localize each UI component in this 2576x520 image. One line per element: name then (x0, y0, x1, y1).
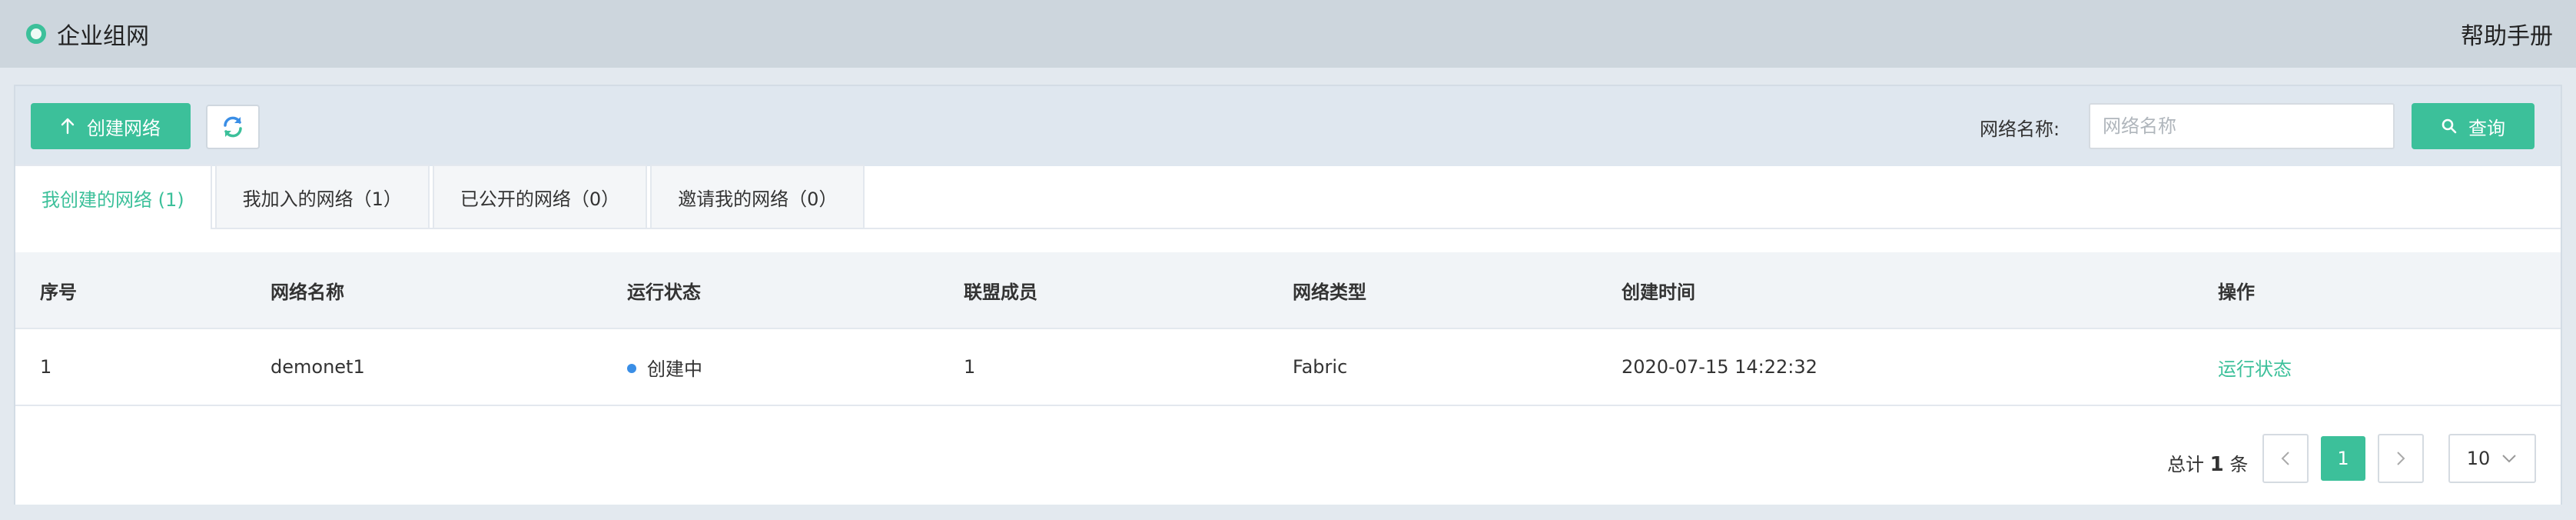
help-manual-link[interactable]: 帮助手册 (2461, 17, 2553, 51)
next-page-button[interactable] (2378, 434, 2424, 483)
cell-status: 创建中 (627, 354, 702, 381)
refresh-button[interactable] (206, 105, 260, 149)
page-size-select[interactable]: 10 (2448, 434, 2536, 483)
column-header-name: 网络名称 (271, 281, 344, 303)
arrow-up-icon (61, 118, 75, 135)
search-button-label: 查询 (2468, 117, 2505, 139)
chevron-down-icon (2502, 455, 2516, 463)
cell-network-name: demonet1 (271, 356, 365, 378)
total-suffix: 条 (2229, 454, 2249, 475)
table-header: 序号 网络名称 运行状态 联盟成员 网络类型 创建时间 操作 (15, 252, 2561, 329)
column-header-members: 联盟成员 (964, 281, 1037, 303)
table-row: 1 demonet1 创建中 1 Fabric 2020-07-15 14:22… (15, 329, 2561, 406)
status-dot-icon (627, 363, 636, 373)
column-header-action: 操作 (2218, 281, 2255, 303)
page-title: 企业组网 (57, 23, 149, 50)
create-network-label: 创建网络 (87, 117, 161, 139)
total-count: 总计 1 条 (2167, 449, 2248, 476)
page-1-button[interactable]: 1 (2321, 436, 2365, 481)
column-header-status: 运行状态 (627, 281, 701, 303)
network-table: 序号 网络名称 运行状态 联盟成员 网络类型 创建时间 操作 1 demonet… (15, 252, 2561, 406)
brand: 企业组网 (26, 17, 149, 51)
tab-public-networks[interactable]: 已公开的网络（0） (432, 165, 648, 228)
toolbar: 创建网络 网络名称: 查询 (15, 86, 2561, 166)
tab-invited-networks[interactable]: 邀请我的网络（0） (650, 165, 865, 228)
create-network-button[interactable]: 创建网络 (31, 103, 191, 149)
column-header-type: 网络类型 (1293, 281, 1366, 303)
search-label: 网络名称: (1980, 118, 2060, 140)
pagination: 总计 1 条 1 10 (15, 434, 2561, 486)
column-header-index: 序号 (40, 281, 77, 303)
total-number: 1 (2209, 453, 2224, 476)
tab-bar: 我创建的网络 (1) 我加入的网络（1） 已公开的网络（0） 邀请我的网络（0） (15, 165, 2561, 229)
page-size-value: 10 (2466, 448, 2491, 469)
search-icon (2442, 118, 2457, 134)
prev-page-button[interactable] (2262, 434, 2309, 483)
run-status-link[interactable]: 运行状态 (2218, 354, 2292, 381)
top-bar: 企业组网 帮助手册 (0, 0, 2576, 68)
circle-logo-icon (26, 24, 46, 44)
chevron-left-icon (2281, 452, 2289, 465)
column-header-created: 创建时间 (1622, 281, 1695, 303)
tab-my-created-networks[interactable]: 我创建的网络 (1) (15, 165, 212, 229)
cell-created-time: 2020-07-15 14:22:32 (1622, 356, 1817, 378)
refresh-icon (224, 116, 242, 138)
tab-joined-networks[interactable]: 我加入的网络（1） (214, 165, 430, 228)
total-prefix: 总计 (2167, 454, 2204, 475)
network-name-search-input[interactable] (2089, 103, 2395, 149)
content-area: 我创建的网络 (1) 我加入的网络（1） 已公开的网络（0） 邀请我的网络（0）… (15, 165, 2561, 505)
cell-network-type: Fabric (1293, 356, 1348, 378)
status-text: 创建中 (647, 358, 702, 380)
cell-members: 1 (964, 356, 976, 378)
cell-index: 1 (40, 356, 52, 378)
search-button[interactable]: 查询 (2412, 103, 2535, 149)
chevron-right-icon (2397, 452, 2405, 465)
main-panel: 创建网络 网络名称: 查询 我创建的网络 (1) 我加入的网络（1） 已公开的网… (14, 85, 2562, 505)
